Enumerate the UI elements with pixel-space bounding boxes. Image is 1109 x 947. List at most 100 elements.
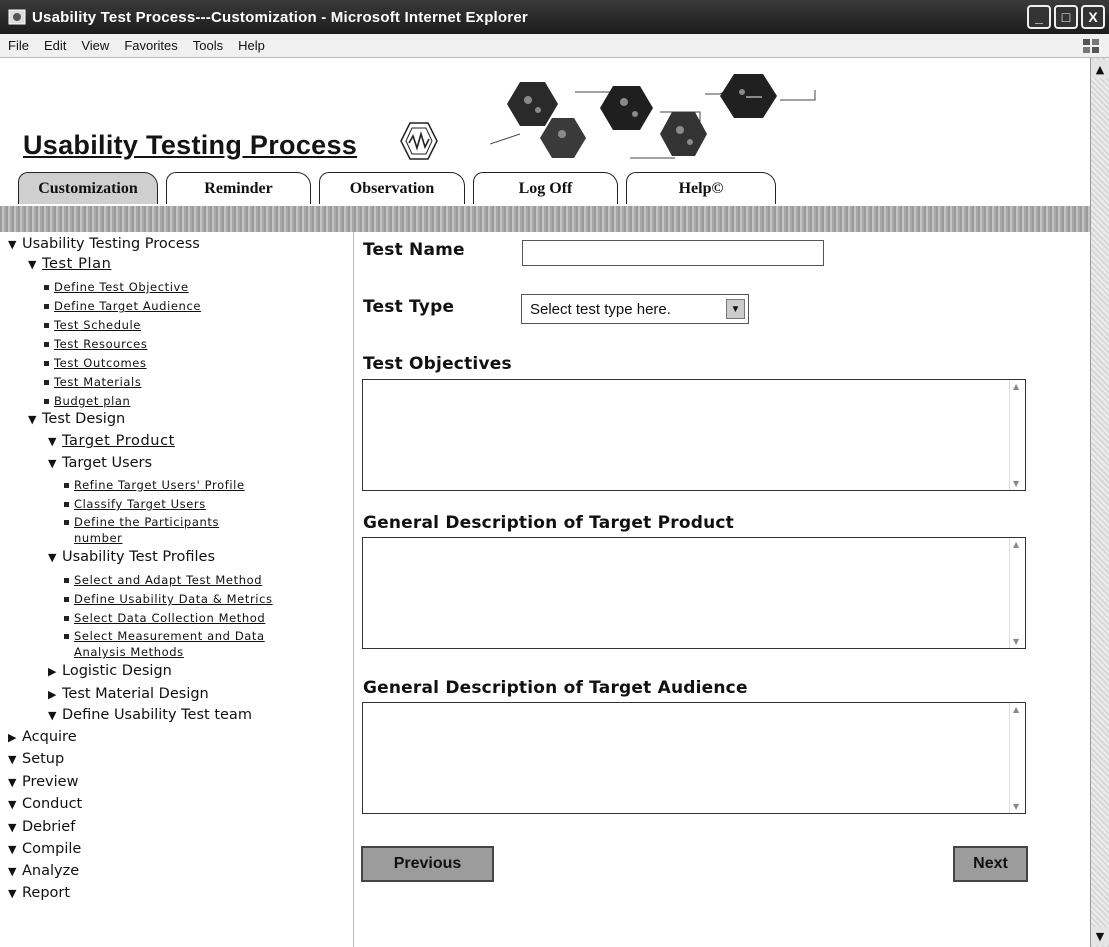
tree-item-acquire[interactable]: ▶ Acquire (8, 729, 77, 745)
textarea-scrollbar[interactable]: ▲ ▼ (1009, 538, 1025, 648)
expanded-triangle-icon[interactable]: ▼ (8, 753, 22, 766)
scroll-up-icon[interactable]: ▲ (1013, 705, 1019, 714)
tree-item-label[interactable]: Select Measurement and Data (74, 629, 265, 643)
expanded-triangle-icon[interactable]: ▼ (8, 843, 22, 856)
menu-tools[interactable]: Tools (193, 38, 223, 53)
tree-item-label[interactable]: Classify Target Users (74, 497, 206, 511)
menu-view[interactable]: View (81, 38, 109, 53)
tree-item-label[interactable]: Target Product (62, 433, 175, 449)
tree-item-label[interactable]: Budget plan (54, 394, 130, 408)
menu-help[interactable]: Help (238, 38, 265, 53)
vertical-scrollbar[interactable]: ▲ ▼ (1090, 58, 1109, 947)
tree-item-logistic-design[interactable]: ▶ Logistic Design (48, 663, 172, 679)
tab-reminder[interactable]: Reminder (166, 172, 311, 204)
tree-item-label[interactable]: Test Outcomes (54, 356, 147, 370)
tree-item-classify-target-users[interactable]: Classify Target Users (64, 497, 206, 511)
tree-item-label[interactable]: Select Data Collection Method (74, 611, 265, 625)
menu-favorites[interactable]: Favorites (124, 38, 177, 53)
tree-item-label[interactable]: Analysis Methods (74, 645, 184, 659)
menu-file[interactable]: File (8, 38, 29, 53)
tree-item-analyze[interactable]: ▼ Analyze (8, 863, 79, 879)
scroll-up-icon[interactable]: ▲ (1013, 540, 1019, 549)
tree-item-label[interactable]: Refine Target Users' Profile (74, 478, 245, 492)
tree-item-define-the-participants[interactable]: Define the Participants (64, 515, 219, 529)
tree-item-label[interactable]: Test Schedule (54, 318, 141, 332)
tab-help[interactable]: Help© (626, 172, 776, 204)
tree-item-compile[interactable]: ▼ Compile (8, 841, 81, 857)
expanded-triangle-icon[interactable]: ▼ (48, 435, 62, 448)
expanded-triangle-icon[interactable]: ▼ (8, 887, 22, 900)
tree-item-label[interactable]: Define Target Audience (54, 299, 201, 313)
minimize-button[interactable]: _ (1027, 5, 1051, 29)
collapsed-triangle-icon[interactable]: ▶ (48, 665, 62, 678)
tree-item-conduct[interactable]: ▼ Conduct (8, 796, 82, 812)
tree-item-preview[interactable]: ▼ Preview (8, 774, 78, 790)
test-name-input[interactable] (522, 240, 824, 266)
expanded-triangle-icon[interactable]: ▼ (48, 551, 62, 564)
tree-item-budget-plan[interactable]: Budget plan (44, 394, 130, 408)
tree-item-label[interactable]: Select and Adapt Test Method (74, 573, 262, 587)
tree-item-select-data-collection-method[interactable]: Select Data Collection Method (64, 611, 265, 625)
expanded-triangle-icon[interactable]: ▼ (8, 238, 22, 251)
tree-item-number[interactable]: number (64, 531, 122, 545)
collapsed-triangle-icon[interactable]: ▶ (8, 731, 22, 744)
tree-item-test-materials[interactable]: Test Materials (44, 375, 141, 389)
previous-button[interactable]: Previous (361, 846, 494, 882)
tree-item-test-outcomes[interactable]: Test Outcomes (44, 356, 147, 370)
tree-item-target-users[interactable]: ▼ Target Users (48, 455, 152, 471)
expanded-triangle-icon[interactable]: ▼ (28, 258, 42, 271)
tree-item-define-target-audience[interactable]: Define Target Audience (44, 299, 201, 313)
collapsed-triangle-icon[interactable]: ▶ (48, 688, 62, 701)
tree-item-debrief[interactable]: ▼ Debrief (8, 819, 75, 835)
tree-item-setup[interactable]: ▼ Setup (8, 751, 64, 767)
expanded-triangle-icon[interactable]: ▼ (8, 821, 22, 834)
test-type-select[interactable]: Select test type here. ▼ (521, 294, 749, 324)
scroll-down-icon[interactable]: ▼ (1013, 479, 1019, 488)
tree-item-usability-testing-process[interactable]: ▼ Usability Testing Process (8, 236, 200, 252)
tree-item-label[interactable]: Test Materials (54, 375, 141, 389)
test-objectives-textarea[interactable]: ▲ ▼ (362, 379, 1026, 491)
tree-item-report[interactable]: ▼ Report (8, 885, 70, 901)
tree-item-analysis-methods[interactable]: Analysis Methods (64, 645, 184, 659)
tree-item-label[interactable]: Test Resources (54, 337, 147, 351)
scroll-down-icon[interactable]: ▼ (1013, 802, 1019, 811)
tree-item-test-material-design[interactable]: ▶ Test Material Design (48, 686, 209, 702)
tree-item-label[interactable]: Define Test Objective (54, 280, 189, 294)
maximize-button[interactable]: □ (1054, 5, 1078, 29)
scroll-down-icon[interactable]: ▼ (1091, 927, 1109, 945)
tree-item-label[interactable]: Test Plan (42, 256, 111, 272)
expanded-triangle-icon[interactable]: ▼ (48, 709, 62, 722)
tab-observation[interactable]: Observation (319, 172, 465, 204)
tree-item-select-and-adapt-test-method[interactable]: Select and Adapt Test Method (64, 573, 262, 587)
chevron-down-icon[interactable]: ▼ (726, 299, 745, 319)
scroll-up-icon[interactable]: ▲ (1013, 382, 1019, 391)
tab-customization[interactable]: Customization (18, 172, 158, 204)
expanded-triangle-icon[interactable]: ▼ (48, 457, 62, 470)
tree-item-define-usability-data-metrics[interactable]: Define Usability Data & Metrics (64, 592, 273, 606)
expanded-triangle-icon[interactable]: ▼ (8, 798, 22, 811)
tree-item-select-measurement-and-data[interactable]: Select Measurement and Data (64, 629, 265, 643)
tree-item-refine-target-users-profile[interactable]: Refine Target Users' Profile (64, 478, 245, 492)
tree-item-label[interactable]: Define Usability Data & Metrics (74, 592, 273, 606)
textarea-scrollbar[interactable]: ▲ ▼ (1009, 380, 1025, 490)
tree-item-test-design[interactable]: ▼ Test Design (28, 411, 125, 427)
expanded-triangle-icon[interactable]: ▼ (28, 413, 42, 426)
close-button[interactable]: X (1081, 5, 1105, 29)
scroll-up-icon[interactable]: ▲ (1091, 60, 1109, 78)
target-product-textarea[interactable]: ▲ ▼ (362, 537, 1026, 649)
tree-item-test-schedule[interactable]: Test Schedule (44, 318, 141, 332)
tree-item-label[interactable]: Define the Participants (74, 515, 219, 529)
expanded-triangle-icon[interactable]: ▼ (8, 776, 22, 789)
tree-item-usability-test-profiles[interactable]: ▼ Usability Test Profiles (48, 549, 215, 565)
tree-item-define-usability-test-team[interactable]: ▼ Define Usability Test team (48, 707, 252, 723)
tree-item-test-resources[interactable]: Test Resources (44, 337, 147, 351)
tree-item-target-product[interactable]: ▼ Target Product (48, 433, 175, 449)
textarea-scrollbar[interactable]: ▲ ▼ (1009, 703, 1025, 813)
tree-item-test-plan[interactable]: ▼ Test Plan (28, 256, 111, 272)
tree-item-label[interactable]: number (74, 531, 122, 545)
target-audience-textarea[interactable]: ▲ ▼ (362, 702, 1026, 814)
tab-log-off[interactable]: Log Off (473, 172, 618, 204)
expanded-triangle-icon[interactable]: ▼ (8, 865, 22, 878)
tree-item-define-test-objective[interactable]: Define Test Objective (44, 280, 189, 294)
menu-edit[interactable]: Edit (44, 38, 66, 53)
